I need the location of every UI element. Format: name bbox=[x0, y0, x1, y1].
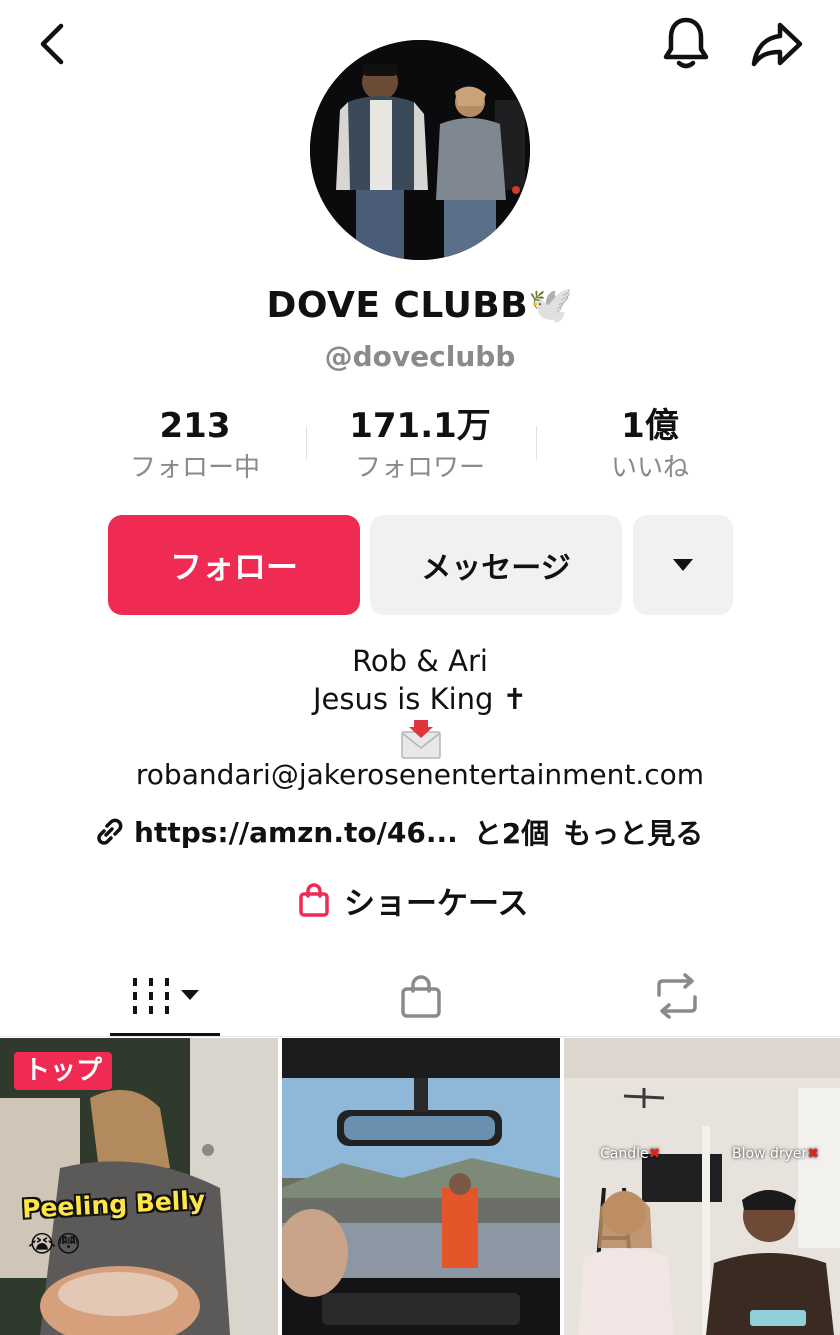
more-options-button[interactable] bbox=[633, 515, 733, 615]
message-button[interactable]: メッセージ bbox=[370, 515, 622, 615]
following-stat[interactable]: 213 フォロー中 bbox=[80, 404, 310, 488]
showcase-button[interactable]: ショーケース bbox=[296, 876, 528, 924]
shopping-bag-icon bbox=[299, 883, 329, 917]
caret-down-icon bbox=[673, 559, 693, 571]
notification-bell-button[interactable] bbox=[658, 14, 714, 72]
shopping-bag-icon bbox=[401, 975, 441, 1018]
likes-label: いいね bbox=[610, 453, 689, 483]
tab-videos[interactable] bbox=[110, 955, 220, 1037]
tabs-divider bbox=[0, 1036, 840, 1037]
video-thumbnail[interactable]: トップ Peeling Belly 😭😳 bbox=[0, 1038, 278, 1335]
video-thumbnail[interactable]: Candle✖ Blow dryer✖ bbox=[564, 1038, 840, 1335]
profile-stats: 213 フォロー中 171.1万 フォロワー 1億 いいね bbox=[80, 404, 760, 488]
following-count: 213 bbox=[159, 406, 231, 446]
following-label: フォロー中 bbox=[129, 453, 260, 483]
share-arrow-icon bbox=[751, 22, 803, 67]
video-thumbnail-image bbox=[282, 1038, 560, 1335]
followers-stat[interactable]: 171.1万 フォロワー bbox=[305, 404, 535, 488]
bio-line-2: Jesus is King ✝ bbox=[313, 682, 527, 716]
likes-count: 1億 bbox=[621, 406, 679, 446]
grid-icon bbox=[133, 978, 199, 1014]
video-thumbnail-image bbox=[564, 1038, 840, 1335]
repost-icon bbox=[657, 973, 697, 1019]
profile-link-extra: と2個 bbox=[473, 817, 550, 850]
video-label-left: Candle✖ bbox=[600, 1146, 661, 1162]
follow-button[interactable]: フォロー bbox=[108, 515, 360, 615]
followers-count: 171.1万 bbox=[349, 406, 491, 446]
x-mark-icon: ✖ bbox=[648, 1146, 661, 1162]
bio-line-1: Rob & Ari bbox=[352, 644, 488, 678]
avatar-photo bbox=[310, 40, 530, 260]
tab-reposts[interactable] bbox=[622, 955, 732, 1037]
profile-link-row[interactable]: https://amzn.to/46... と2個 もっと見る bbox=[92, 810, 703, 854]
video-caption-emoji: 😭😳 bbox=[28, 1230, 82, 1258]
bell-icon bbox=[663, 17, 709, 69]
video-thumbnail[interactable] bbox=[282, 1038, 560, 1335]
see-more-link[interactable]: もっと見る bbox=[563, 812, 703, 852]
profile-handle: @doveclubb bbox=[324, 340, 516, 373]
content-tabs bbox=[0, 955, 840, 1037]
x-mark-icon: ✖ bbox=[807, 1146, 819, 1162]
share-button[interactable] bbox=[748, 16, 806, 72]
link-icon bbox=[97, 818, 123, 845]
video-label-right: Blow dryer✖ bbox=[732, 1146, 819, 1162]
likes-stat[interactable]: 1億 いいね bbox=[535, 404, 765, 488]
followers-label: フォロワー bbox=[354, 453, 485, 483]
back-button[interactable] bbox=[30, 18, 74, 70]
profile-display-name: DOVE CLUBB🕊️ bbox=[266, 285, 574, 326]
video-grid: トップ Peeling Belly 😭😳 Candle✖ Blow dryer✖ bbox=[0, 1038, 840, 1335]
bio-email: robandari@jakerosenentertainment.com bbox=[135, 758, 705, 791]
showcase-label: ショーケース bbox=[344, 885, 529, 922]
tab-shop[interactable] bbox=[366, 955, 476, 1037]
top-badge: トップ bbox=[14, 1052, 113, 1090]
incoming-envelope-icon bbox=[401, 720, 441, 759]
profile-link-url[interactable]: https://amzn.to/46... bbox=[134, 816, 458, 849]
chevron-left-icon bbox=[40, 23, 64, 65]
profile-avatar[interactable] bbox=[310, 40, 530, 260]
